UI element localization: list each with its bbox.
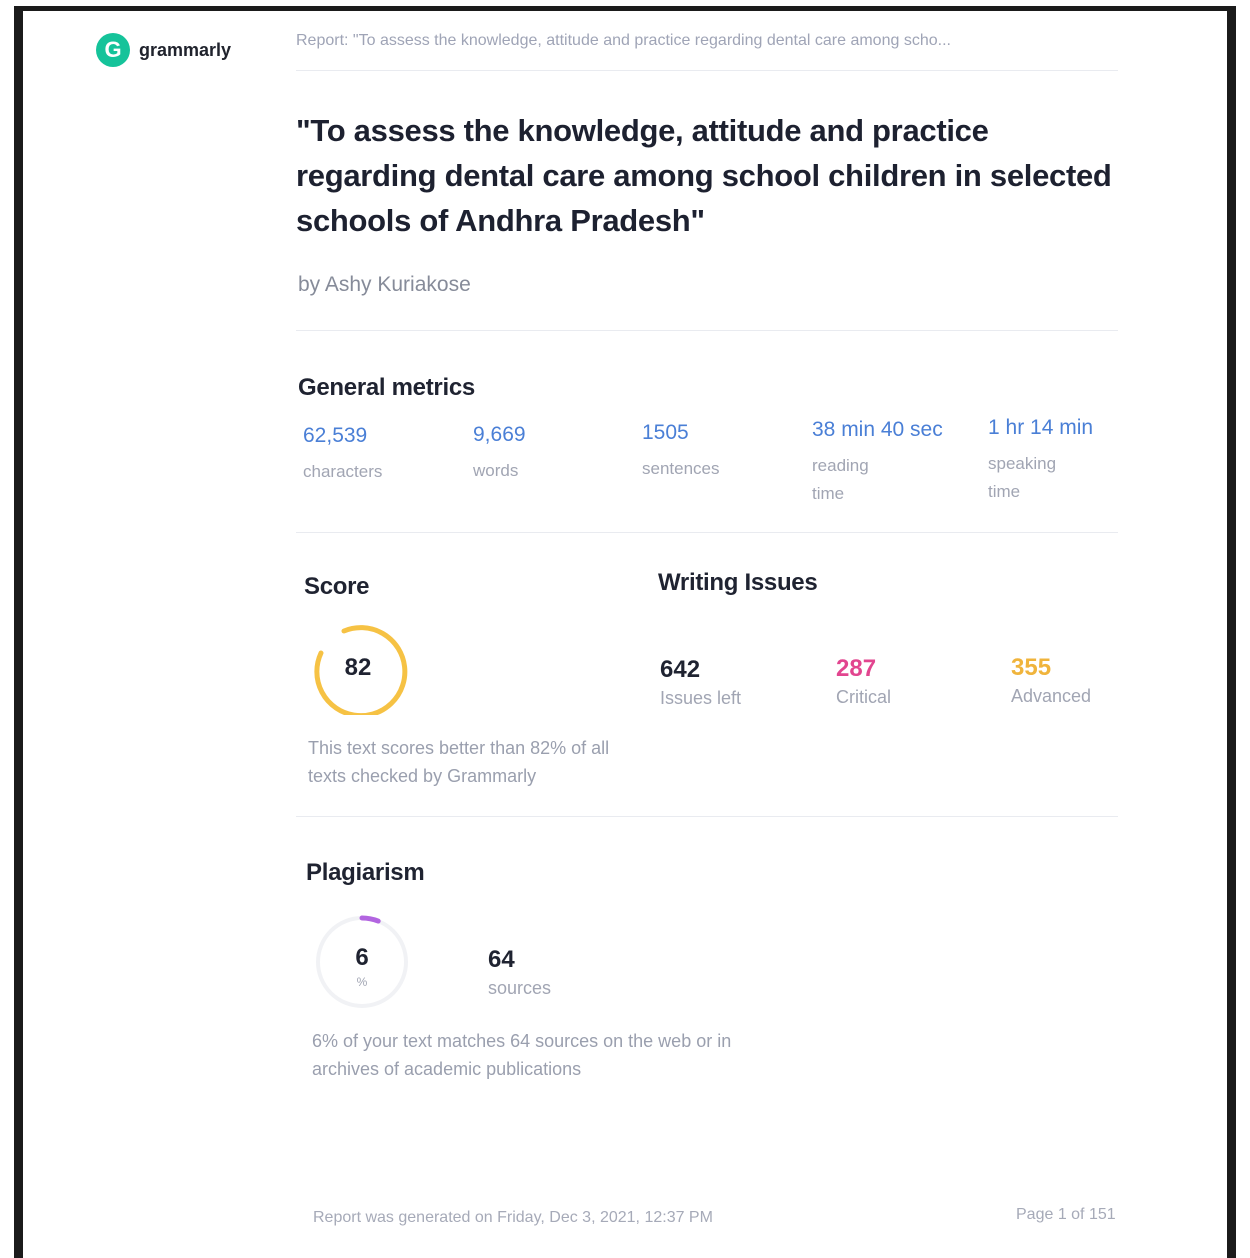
issues-advanced-label: Advanced [1011,686,1092,706]
author-divider [296,330,1118,331]
metric-characters: 62,539 characters [303,424,473,486]
metric-value: 38 min 40 sec [812,418,943,441]
issues-left-value: 642 [660,656,701,683]
plagiarism-percent: 6 [355,944,369,971]
metric-reading-time: 38 min 40 sec reading time [812,418,943,508]
issues-critical-value: 287 [836,655,877,682]
issues-left: 642 Issues left [660,656,741,709]
metric-label: speaking time [988,454,1057,501]
metric-words: 9,669 words [473,423,643,485]
general-metrics-title: General metrics [298,374,475,401]
metric-value: 62,539 [303,424,368,447]
issues-critical-label: Critical [836,687,892,707]
score-description: This text scores better than 82% of all … [308,738,610,786]
report-header-title: Report: "To assess the knowledge, attitu… [296,32,951,49]
plagiarism-description: 6% of your text matches 64 sources on th… [312,1031,732,1079]
score-divider [296,816,1118,817]
sources-label: sources [488,978,552,998]
sources-count: 64 [488,946,515,973]
issues-advanced: 355 Advanced [1011,654,1091,707]
header-divider [296,70,1118,71]
metrics-divider [296,532,1118,533]
grammarly-g-icon: G [96,33,130,67]
document-author: by Ashy Kuriakose [298,273,471,296]
document-title: "To assess the knowledge, attitude and p… [296,113,1112,238]
score-title: Score [304,573,370,600]
page-number: Page 1 of 151 [1016,1206,1116,1223]
brand-name: grammarly [139,39,232,60]
metric-speaking-time: 1 hr 14 min speaking time [988,416,1094,506]
plagiarism-percent-unit: % [356,975,368,989]
plagiarism-title: Plagiarism [306,859,425,886]
metric-label: characters [303,462,383,481]
issues-advanced-value: 355 [1011,654,1052,681]
metric-sentences: 1505 sentences [642,421,812,483]
metric-value: 9,669 [473,423,526,446]
score-value: 82 [344,654,372,681]
metric-value: 1 hr 14 min [988,416,1094,439]
report-generated-date: Report was generated on Friday, Dec 3, 2… [313,1209,713,1226]
metric-label: reading time [812,456,869,503]
metric-label: words [473,461,519,480]
issues-critical: 287 Critical [836,655,891,708]
metric-value: 1505 [642,421,689,444]
plagiarism-sources: 64 sources [488,946,551,999]
issues-left-label: Issues left [660,688,742,708]
metric-label: sentences [642,459,720,478]
writing-issues-title: Writing Issues [658,569,818,596]
grammarly-logo: G grammarly [96,33,231,67]
